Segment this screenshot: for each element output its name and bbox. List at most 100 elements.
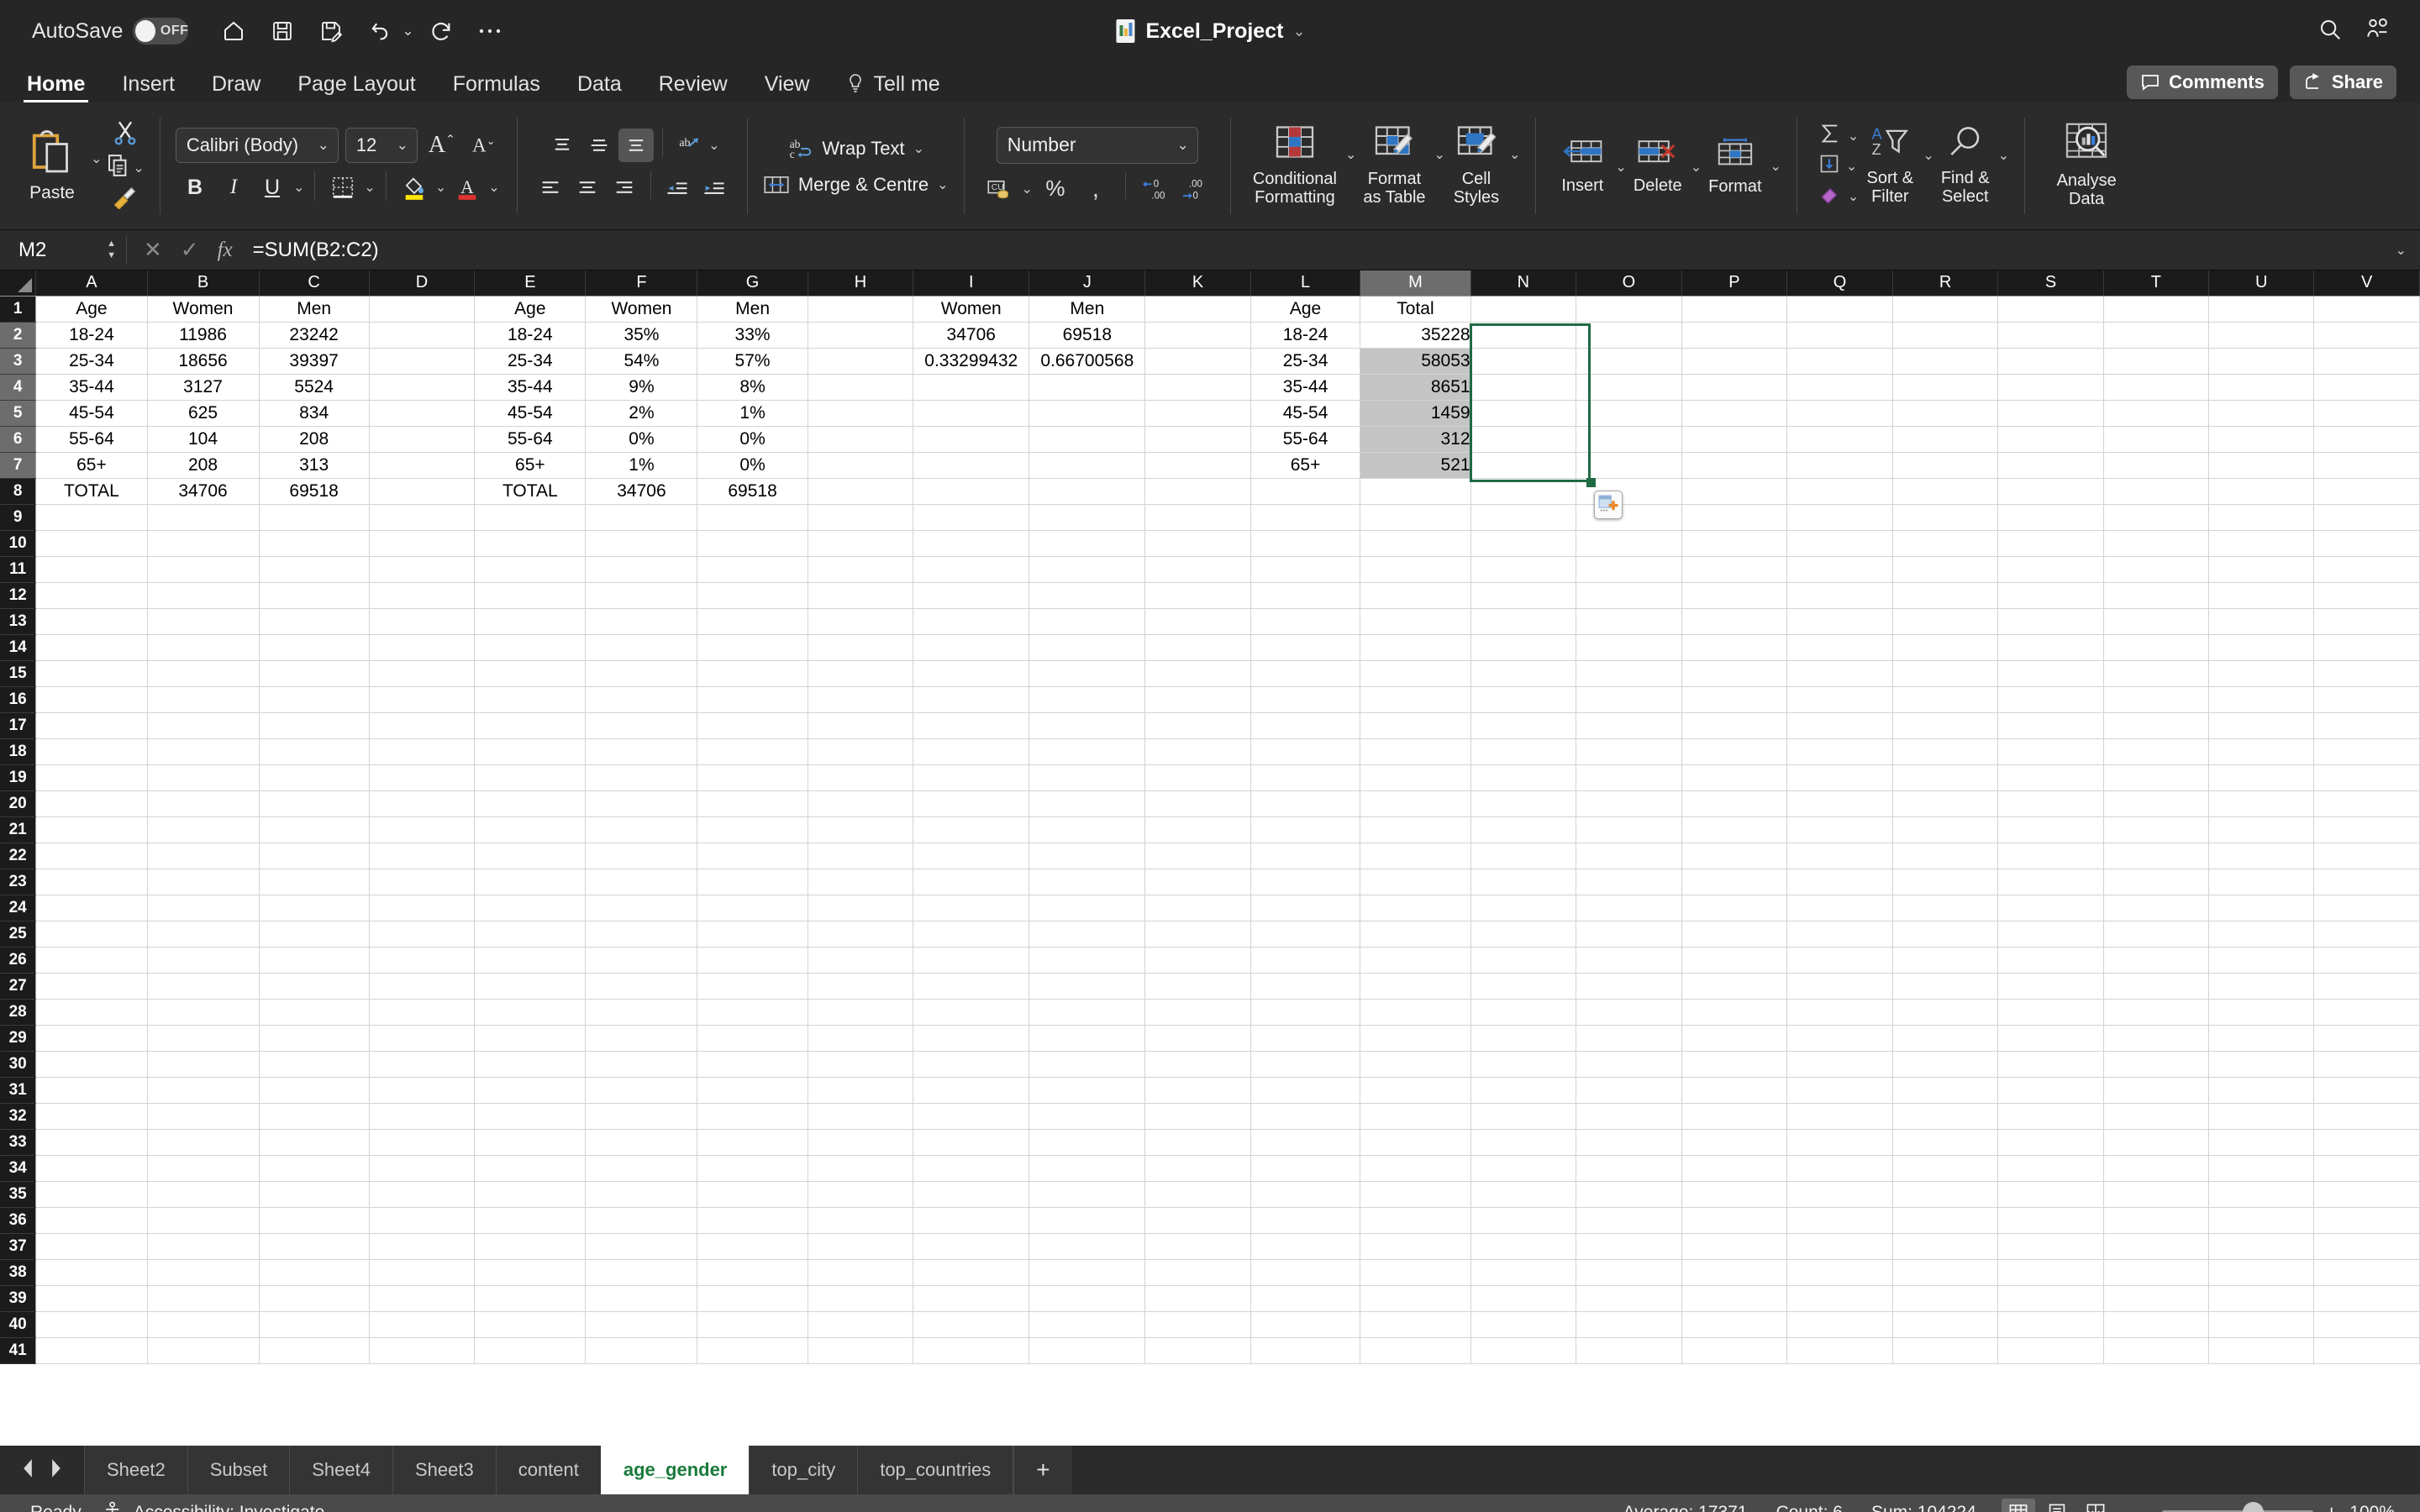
- cell-Q34[interactable]: [1786, 1155, 1893, 1182]
- cell-B26[interactable]: [147, 947, 260, 974]
- cell-Q5[interactable]: [1786, 400, 1893, 427]
- cell-S19[interactable]: [1997, 764, 2104, 791]
- cell-K19[interactable]: [1144, 764, 1251, 791]
- cell-A17[interactable]: [35, 712, 148, 739]
- cell-F30[interactable]: [585, 1051, 698, 1078]
- cell-V27[interactable]: [2313, 973, 2420, 1000]
- cell-E12[interactable]: [474, 582, 587, 609]
- cell-M7[interactable]: 521: [1360, 452, 1471, 479]
- cell-R12[interactable]: [1892, 582, 1999, 609]
- cell-T18[interactable]: [2103, 738, 2209, 765]
- cell-R6[interactable]: [1892, 426, 1999, 453]
- cell-T24[interactable]: [2103, 895, 2209, 921]
- cell-O7[interactable]: [1576, 452, 1682, 479]
- cell-L5[interactable]: 45-54: [1250, 400, 1361, 427]
- row-header-2[interactable]: 2: [0, 322, 37, 349]
- cell-Q38[interactable]: [1786, 1259, 1893, 1286]
- cell-S9[interactable]: [1997, 504, 2104, 531]
- cell-Q41[interactable]: [1786, 1337, 1893, 1364]
- cell-B9[interactable]: [147, 504, 260, 531]
- cell-S21[interactable]: [1997, 816, 2104, 843]
- cell-P32[interactable]: [1681, 1103, 1788, 1130]
- cell-J8[interactable]: [1028, 478, 1146, 505]
- cell-G8[interactable]: 69518: [697, 478, 808, 505]
- orientation-icon[interactable]: ab: [671, 129, 707, 162]
- cell-U2[interactable]: [2208, 322, 2315, 349]
- cell-J12[interactable]: [1028, 582, 1146, 609]
- row-header-8[interactable]: 8: [0, 478, 37, 505]
- cell-K8[interactable]: [1144, 478, 1251, 505]
- cell-H31[interactable]: [808, 1077, 914, 1104]
- cell-O26[interactable]: [1576, 947, 1682, 974]
- cell-M32[interactable]: [1360, 1103, 1471, 1130]
- cell-P18[interactable]: [1681, 738, 1788, 765]
- cell-A2[interactable]: 18-24: [35, 322, 148, 349]
- cell-D18[interactable]: [369, 738, 476, 765]
- cell-P36[interactable]: [1681, 1207, 1788, 1234]
- cell-Q37[interactable]: [1786, 1233, 1893, 1260]
- cell-D11[interactable]: [369, 556, 476, 583]
- cell-B4[interactable]: 3127: [147, 374, 260, 401]
- cell-M1[interactable]: Total: [1360, 296, 1471, 323]
- font-color-icon[interactable]: A: [450, 171, 485, 204]
- cell-L2[interactable]: 18-24: [1250, 322, 1361, 349]
- cell-H27[interactable]: [808, 973, 914, 1000]
- cell-L15[interactable]: [1250, 660, 1361, 687]
- cell-E2[interactable]: 18-24: [474, 322, 587, 349]
- cell-S5[interactable]: [1997, 400, 2104, 427]
- cell-R3[interactable]: [1892, 348, 1999, 375]
- cell-F20[interactable]: [585, 790, 698, 817]
- cell-O1[interactable]: [1576, 296, 1682, 323]
- align-center-icon[interactable]: [570, 171, 605, 204]
- cell-E30[interactable]: [474, 1051, 587, 1078]
- cell-G38[interactable]: [697, 1259, 808, 1286]
- cell-C18[interactable]: [259, 738, 370, 765]
- cell-F21[interactable]: [585, 816, 698, 843]
- cell-E40[interactable]: [474, 1311, 587, 1338]
- cell-F27[interactable]: [585, 973, 698, 1000]
- cell-K10[interactable]: [1144, 530, 1251, 557]
- cell-T2[interactable]: [2103, 322, 2209, 349]
- cell-L35[interactable]: [1250, 1181, 1361, 1208]
- cell-V18[interactable]: [2313, 738, 2420, 765]
- cell-L34[interactable]: [1250, 1155, 1361, 1182]
- cell-U4[interactable]: [2208, 374, 2315, 401]
- cell-I37[interactable]: [913, 1233, 1030, 1260]
- align-middle-icon[interactable]: [581, 129, 617, 162]
- cell-S30[interactable]: [1997, 1051, 2104, 1078]
- cell-A31[interactable]: [35, 1077, 148, 1104]
- cell-M24[interactable]: [1360, 895, 1471, 921]
- cell-F38[interactable]: [585, 1259, 698, 1286]
- cell-E8[interactable]: TOTAL: [474, 478, 587, 505]
- cell-C29[interactable]: [259, 1025, 370, 1052]
- cell-I15[interactable]: [913, 660, 1030, 687]
- cell-J27[interactable]: [1028, 973, 1146, 1000]
- cell-A41[interactable]: [35, 1337, 148, 1364]
- cell-E32[interactable]: [474, 1103, 587, 1130]
- cell-D26[interactable]: [369, 947, 476, 974]
- cell-K25[interactable]: [1144, 921, 1251, 948]
- cell-A22[interactable]: [35, 843, 148, 869]
- cell-F3[interactable]: 54%: [585, 348, 698, 375]
- cell-N20[interactable]: [1470, 790, 1577, 817]
- cell-J30[interactable]: [1028, 1051, 1146, 1078]
- cell-N36[interactable]: [1470, 1207, 1577, 1234]
- cell-V33[interactable]: [2313, 1129, 2420, 1156]
- cell-V9[interactable]: [2313, 504, 2420, 531]
- sheet-tab-content[interactable]: content: [495, 1446, 601, 1494]
- cell-R40[interactable]: [1892, 1311, 1999, 1338]
- cell-T5[interactable]: [2103, 400, 2209, 427]
- cell-Q11[interactable]: [1786, 556, 1893, 583]
- cell-G10[interactable]: [697, 530, 808, 557]
- cell-R22[interactable]: [1892, 843, 1999, 869]
- cell-C30[interactable]: [259, 1051, 370, 1078]
- cell-L24[interactable]: [1250, 895, 1361, 921]
- cell-I2[interactable]: 34706: [913, 322, 1030, 349]
- cell-O22[interactable]: [1576, 843, 1682, 869]
- cell-C2[interactable]: 23242: [259, 322, 370, 349]
- cell-F31[interactable]: [585, 1077, 698, 1104]
- cell-M8[interactable]: [1360, 478, 1471, 505]
- cell-B25[interactable]: [147, 921, 260, 948]
- cell-D12[interactable]: [369, 582, 476, 609]
- cell-P10[interactable]: [1681, 530, 1788, 557]
